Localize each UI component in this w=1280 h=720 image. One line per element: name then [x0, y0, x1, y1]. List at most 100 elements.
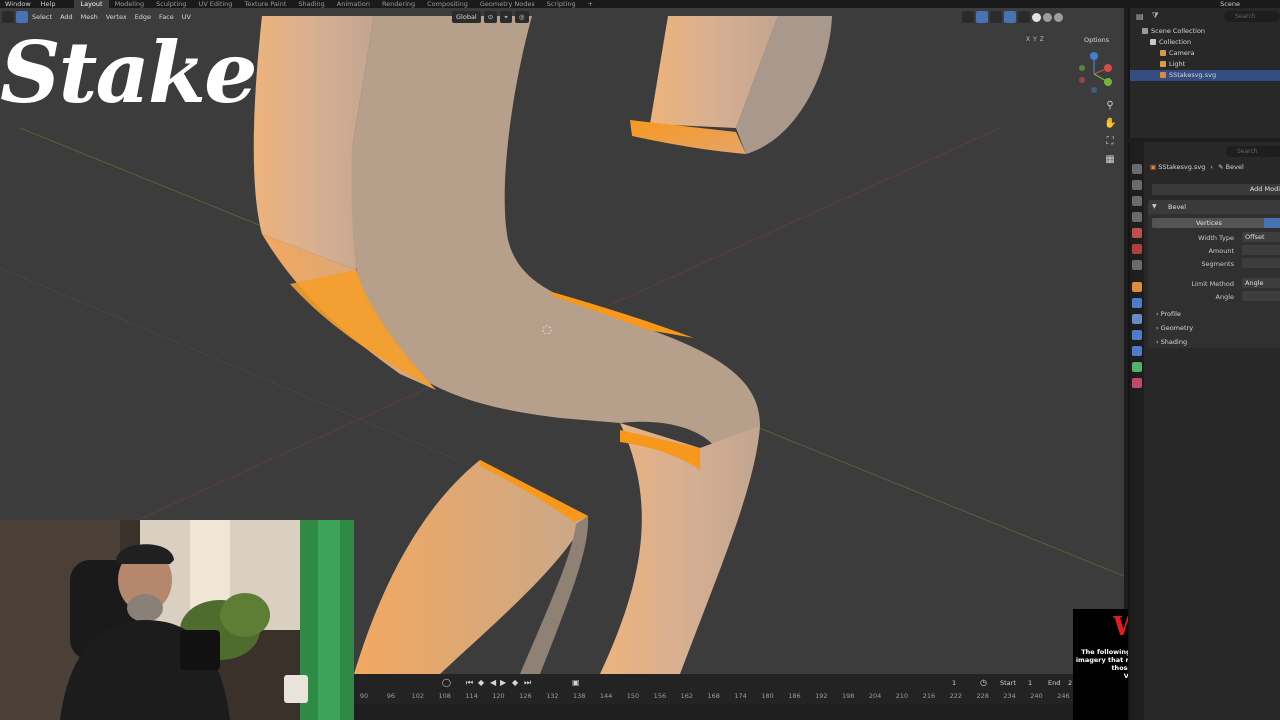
affect-toggle[interactable]: Vertices [1152, 218, 1280, 228]
camera-view-icon[interactable]: ⛶ [1104, 136, 1116, 148]
gizmo-y-axis [1104, 78, 1112, 86]
properties-search-input[interactable]: Search [1226, 146, 1280, 157]
tab-geometry-nodes[interactable]: Geometry Nodes [474, 0, 541, 8]
gizmo-neg-x [1079, 77, 1085, 83]
angle-field[interactable] [1242, 291, 1280, 301]
add-modifier-button[interactable]: Add Modi [1152, 184, 1280, 195]
scene-selector[interactable]: Scene [1220, 0, 1240, 8]
frame-ruler[interactable]: 90 96 102 108 114 120 126 132 138 144 150 156 162 168… [354, 692, 1074, 702]
prev-keyframe-icon[interactable]: ◆ [478, 678, 484, 687]
add-workspace-button[interactable]: + [582, 0, 599, 8]
outliner-item-stake-svg[interactable]: SStakesvg.svg [1130, 70, 1280, 81]
keying-icon[interactable]: ◯ [442, 678, 451, 687]
auto-key-icon[interactable]: ▣ [572, 678, 580, 687]
render-tab-icon[interactable] [1132, 180, 1142, 190]
wireframe-shading-icon[interactable] [1018, 11, 1030, 23]
frame-tick-label: 150 [626, 692, 640, 700]
object-tab-icon[interactable] [1132, 282, 1142, 292]
view-layer-tab-icon[interactable] [1132, 212, 1142, 222]
affect-edges-option[interactable] [1264, 218, 1280, 228]
proportional-edit-icon[interactable]: ◎ [514, 11, 529, 23]
solid-shading-icon[interactable] [1032, 12, 1041, 22]
rendered-shading-icon[interactable] [1054, 12, 1063, 22]
tab-uv-editing[interactable]: UV Editing [193, 0, 239, 8]
xray-toggle-icon[interactable] [1004, 11, 1016, 23]
play-icon[interactable]: ▶ [500, 678, 506, 687]
options-dropdown[interactable]: Options [1084, 36, 1109, 44]
outliner-item-camera[interactable]: Camera [1160, 48, 1195, 59]
tool-tab-icon[interactable] [1132, 164, 1142, 174]
perspective-grid-icon[interactable]: ▦ [1104, 154, 1116, 166]
modifier-tab-icon[interactable] [1132, 298, 1142, 308]
hand-pan-icon[interactable]: ✋ [1104, 118, 1116, 130]
axis-z-toggle[interactable]: Z [1040, 36, 1044, 43]
frame-tick-label: 114 [465, 692, 478, 700]
current-frame-field[interactable]: 1 [952, 679, 956, 687]
physics-tab-icon[interactable] [1132, 330, 1142, 340]
amount-field[interactable] [1242, 245, 1280, 255]
outliner-editor-icon[interactable]: ▤ [1136, 12, 1144, 21]
bevel-panel-header[interactable]: Bevel [1148, 200, 1280, 214]
material-shading-icon[interactable] [1043, 12, 1052, 22]
tab-rendering[interactable]: Rendering [376, 0, 421, 8]
limit-method-dropdown[interactable]: Angle [1242, 278, 1280, 288]
snap-icon[interactable]: ⌖ [500, 11, 512, 23]
tab-sculpting[interactable]: Sculpting [150, 0, 192, 8]
constraints-tab-icon[interactable] [1132, 346, 1142, 356]
end-frame-field[interactable]: 2 [1068, 679, 1072, 687]
frame-tick-label: 174 [734, 692, 747, 700]
frame-tick-label: 216 [922, 692, 936, 700]
axis-y-toggle[interactable]: Y [1033, 36, 1037, 43]
collection-tab-icon[interactable] [1132, 260, 1142, 270]
outliner-search-input[interactable]: Search [1224, 11, 1280, 22]
axis-x-toggle[interactable]: X [1026, 36, 1030, 43]
tab-modeling[interactable]: Modeling [109, 0, 151, 8]
affect-vertices-option[interactable]: Vertices [1196, 219, 1222, 227]
subpanel-label: Shading [1160, 338, 1188, 346]
frame-tick-label: 132 [546, 692, 559, 700]
filter-icon[interactable]: ⧩ [1152, 11, 1159, 21]
tab-texture-paint[interactable]: Texture Paint [238, 0, 292, 8]
tab-scripting[interactable]: Scripting [541, 0, 582, 8]
frame-tick-label: 120 [492, 692, 505, 700]
play-reverse-icon[interactable]: ◀ [490, 678, 496, 687]
start-frame-field[interactable]: 1 [1028, 679, 1032, 687]
transform-orientation-dropdown[interactable]: Global [452, 11, 481, 23]
frame-tick-label: 240 [1030, 692, 1043, 700]
chevron-down-icon[interactable]: ▼ [1152, 203, 1157, 210]
output-tab-icon[interactable] [1132, 196, 1142, 206]
segments-field[interactable] [1242, 258, 1280, 268]
menu-window[interactable]: Window [0, 0, 36, 8]
gizmo-toggle-icon[interactable] [976, 11, 988, 23]
width-type-dropdown[interactable]: Offset [1242, 232, 1280, 242]
data-tab-icon[interactable] [1132, 362, 1142, 372]
tab-layout[interactable]: Layout [74, 0, 109, 8]
subpanel-geometry[interactable]: › Geometry [1156, 324, 1193, 332]
navigation-gizmo[interactable] [1074, 50, 1114, 96]
breadcrumb-object: SStakesvg.svg [1158, 163, 1206, 171]
timeline-track[interactable] [354, 704, 1074, 720]
tab-shading[interactable]: Shading [292, 0, 330, 8]
visibility-icon[interactable] [962, 11, 974, 23]
world-tab-icon[interactable] [1132, 244, 1142, 254]
frame-tick-label: 138 [572, 692, 586, 700]
tab-compositing[interactable]: Compositing [421, 0, 474, 8]
menu-help[interactable]: Help [36, 0, 61, 8]
overlay-toggle-icon[interactable] [990, 11, 1002, 23]
outliner-item-collection[interactable]: Collection [1150, 37, 1191, 48]
pivot-point-icon[interactable]: ⊙ [483, 11, 498, 23]
outliner-item-scene-collection[interactable]: Scene Collection [1142, 26, 1205, 37]
subpanel-shading[interactable]: › Shading [1156, 338, 1187, 346]
particles-tab-icon[interactable] [1132, 314, 1142, 324]
subpanel-profile[interactable]: › Profile [1156, 310, 1181, 318]
outliner-item-light[interactable]: Light [1160, 59, 1185, 70]
next-keyframe-icon[interactable]: ◆ [512, 678, 518, 687]
material-tab-icon[interactable] [1132, 378, 1142, 388]
zoom-icon[interactable]: ⚲ [1104, 100, 1116, 112]
scene-tab-icon[interactable] [1132, 228, 1142, 238]
tab-animation[interactable]: Animation [331, 0, 376, 8]
jump-start-icon[interactable]: ⏮ [466, 678, 473, 688]
timeline-editor[interactable]: ◯ ⏮ ◆ ◀ ▶ ◆ ⏭ ▣ 1 ◷ Start 1 End 2 90 96 10… [354, 674, 1074, 720]
jump-end-icon[interactable]: ⏭ [524, 678, 531, 688]
modifier-name[interactable]: Bevel [1168, 203, 1186, 211]
